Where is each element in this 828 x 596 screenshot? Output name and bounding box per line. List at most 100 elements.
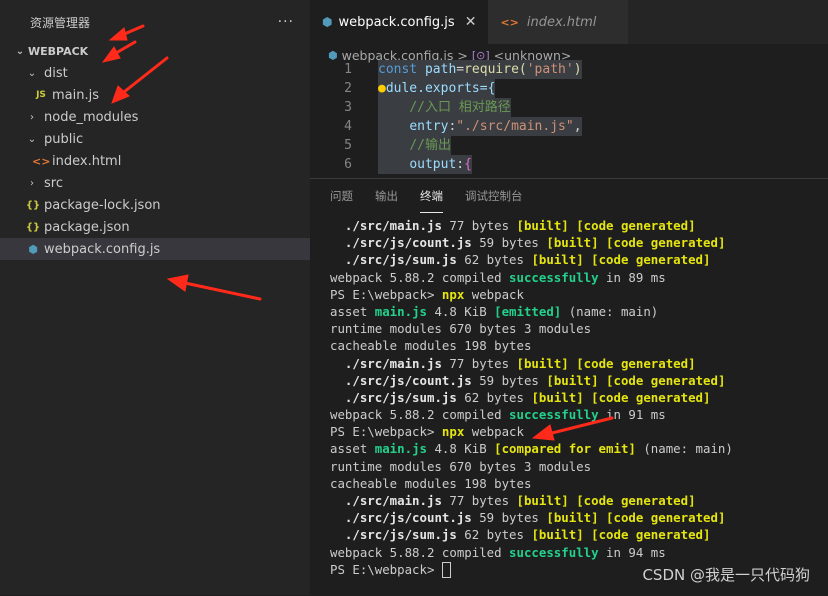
status-code-generated: [code generated] [576,355,696,371]
explorer-sidebar: 资源管理器 ··· ⌄ WEBPACK ⌄ dist JS main.js › … [0,0,310,595]
code-token: { [464,157,472,172]
tree-item-main-js[interactable]: JS main.js [0,84,310,106]
tree-item-index-html[interactable]: <> index.html [0,150,310,172]
tree-item-label: package.json [44,219,130,235]
terminal[interactable]: ./src/main.js 77 bytes [built] [code gen… [330,217,828,579]
explorer-title: 资源管理器 [30,15,91,30]
editor-tabs: ⬢ webpack.config.js ✕ <> index.html [310,0,828,44]
code-token: ) [573,62,582,77]
terminal-line: ./src/main.js 77 bytes [built] [code gen… [330,355,828,372]
terminal-line: ./src/js/sum.js 62 bytes [built] [code g… [330,389,828,406]
status-built: [built] [531,527,584,543]
module-size: 59 bytes [471,235,547,251]
status-built: [built] [546,372,599,388]
tree-item-label: src [44,175,63,191]
status-built: [built] [546,510,599,526]
terminal-cursor [441,562,451,579]
tree-item-label: main.js [52,87,99,103]
panel-tabs: 问题 输出 终端 调试控制台 [310,179,828,213]
status-built: [built] [516,355,569,371]
tree-item-package-lock-json[interactable]: {} package-lock.json [0,194,310,216]
module-size: 77 bytes [441,493,517,508]
status-code-generated: [code generated] [576,493,696,508]
code-token: , [573,119,582,134]
command: npx [441,286,465,302]
tab-output[interactable]: 输出 [375,179,398,213]
code-line: 2 ●dule.exports={ [310,79,828,98]
module-path: ./src/js/sum.js [344,252,457,268]
tree-item-label: WEBPACK [28,44,89,58]
status-success: successfully [509,407,599,423]
tree-item-dist[interactable]: ⌄ dist [0,62,310,84]
tab-debug-console[interactable]: 调试控制台 [465,179,523,213]
status-built: [built] [546,235,599,251]
chevron-down-icon: ⌄ [15,45,25,57]
code-token: path [424,62,457,77]
lightbulb-icon[interactable]: ● [378,81,386,96]
module-size: 77 bytes [441,218,517,233]
module-size: 62 bytes [456,527,532,543]
code-token: //输出 [409,138,451,153]
tab-index-html[interactable]: <> index.html [488,0,629,44]
status-code-generated: [code generated] [591,527,711,543]
tree-item-node-modules[interactable]: › node_modules [0,106,310,128]
tab-webpack-config-js[interactable]: ⬢ webpack.config.js ✕ [310,0,489,44]
tree-item-src[interactable]: › src [0,172,310,194]
terminal-line: ./src/js/count.js 59 bytes [built] [code… [330,234,828,251]
status-compared-for-emit: [compared for emit] [494,441,636,457]
tree-item-label: node_modules [44,109,139,125]
prompt: PS E:\webpack> [330,424,442,440]
code-line: 4 ····entry:"./src/main.js", [310,117,828,136]
tree-root-webpack[interactable]: ⌄ WEBPACK [0,40,310,62]
prompt: PS E:\webpack> [330,286,442,302]
module-size: 62 bytes [456,389,532,405]
module-path: ./src/js/count.js [344,510,472,526]
close-icon[interactable]: ✕ [465,14,477,30]
line-number: 4 [344,119,352,134]
status-code-generated: [code generated] [606,510,726,526]
tree-item-label: package-lock.json [44,197,161,213]
status-emitted: [emitted] [494,303,562,319]
compile-time: in 94 ms [598,544,666,560]
webpack-file-icon: ⬢ [322,15,333,29]
terminal-line: runtime modules 670 bytes 3 modules [330,321,592,337]
terminal-line: ./src/js/count.js 59 bytes [built] [code… [330,372,828,389]
status-code-generated: [code generated] [606,372,726,388]
tab-terminal[interactable]: 终端 [420,179,443,213]
asset-label: asset [330,303,375,319]
code-token: const [378,62,425,77]
command-arg: webpack [464,286,524,302]
terminal-line: webpack 5.88.2 compiled successfully in … [330,406,828,423]
tree-item-webpack-config-js[interactable]: ⬢ webpack.config.js [0,238,310,260]
status-success: successfully [509,544,599,560]
file-tree: ⌄ WEBPACK ⌄ dist JS main.js › node_modul… [0,40,310,260]
status-code-generated: [code generated] [591,252,711,268]
terminal-line: cacheable modules 198 bytes [330,338,532,354]
code-editor[interactable]: 1 const path=require('path') 2 ●dule.exp… [310,60,828,176]
chevron-right-icon: › [30,111,34,123]
command-arg: webpack [464,424,524,440]
terminal-line: webpack 5.88.2 compiled successfully in … [330,544,828,561]
code-token: dule.exports={ [385,81,496,96]
watermark: CSDN @我是一只代码狗 [642,566,810,584]
line-number: 5 [344,138,352,153]
more-actions-icon[interactable]: ··· [278,14,294,30]
tree-item-public[interactable]: ⌄ public [0,128,310,150]
terminal-line: asset main.js 4.8 KiB [compared for emit… [330,440,828,457]
code-token: : [456,157,465,172]
status-code-generated: [code generated] [591,389,711,405]
asset-label: asset [330,441,375,457]
code-line: 1 const path=require('path') [310,60,828,79]
module-path: ./src/js/count.js [344,235,472,251]
tree-item-package-json[interactable]: {} package.json [0,216,310,238]
javascript-file-icon: JS [36,90,46,100]
asset-name: main.js [374,303,427,319]
asset-name: main.js [374,441,427,457]
terminal-line: ./src/js/count.js 59 bytes [built] [code… [330,509,828,526]
compile-text: webpack 5.88.2 compiled [330,407,510,423]
tab-problems[interactable]: 问题 [330,179,353,213]
code-line: 6 ····output:{ [310,155,828,174]
line-number: 6 [344,157,352,172]
chunk-name: (name: main) [561,303,659,319]
terminal-line: PS E:\webpack> npx webpack [330,423,828,440]
